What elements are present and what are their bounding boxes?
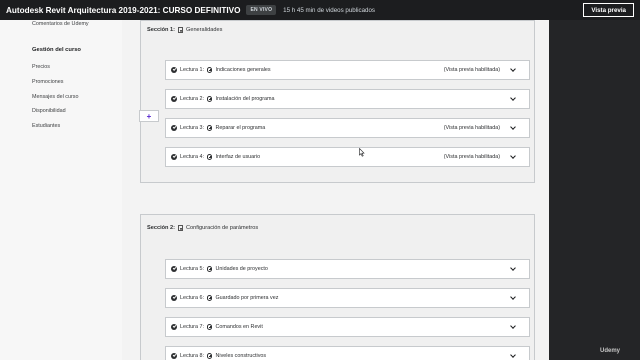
plus-circle-icon — [206, 67, 213, 73]
preview-enabled-tag: (Vista previa habilitada) — [443, 67, 500, 73]
chevron-down-icon[interactable] — [510, 352, 516, 358]
sidebar: Comentarios de Udemy Gestión del curso P… — [0, 20, 122, 360]
lecture-title: Instalación del programa — [215, 96, 275, 102]
check-circle-icon — [171, 154, 177, 160]
chevron-down-icon[interactable] — [510, 323, 516, 329]
sidebar-heading-course-management: Gestión del curso — [32, 47, 81, 53]
lecture-title: Comandos en Revit — [215, 324, 263, 330]
plus-icon: + — [146, 111, 152, 121]
sidebar-item-pricing[interactable]: Precios — [32, 64, 50, 70]
check-circle-icon — [171, 353, 177, 359]
video-duration-info: 15 h 45 min de videos publicados — [283, 6, 375, 14]
lecture-row[interactable]: Lectura 1: Indicaciones generales (Vista… — [165, 60, 530, 80]
check-circle-icon — [171, 96, 177, 102]
section-1: Sección 1: Generalidades Lectura 1: Indi… — [140, 20, 535, 183]
section-2-label: Sección 2: — [147, 225, 175, 231]
lecture-row[interactable]: Lectura 2: Instalación del programa — [165, 89, 530, 109]
lecture-row[interactable]: Lectura 8: Niveles constructivos — [165, 346, 530, 360]
chevron-down-icon[interactable] — [510, 66, 516, 72]
lecture-label: Lectura 6: — [180, 295, 204, 301]
check-circle-icon — [171, 295, 177, 301]
chevron-down-icon[interactable] — [510, 294, 516, 300]
plus-circle-icon — [206, 125, 213, 131]
check-circle-icon — [171, 125, 177, 131]
lecture-title: Indicaciones generales — [215, 67, 271, 73]
plus-circle-icon — [206, 295, 213, 301]
plus-circle-icon — [206, 154, 213, 160]
lecture-title: Niveles constructivos — [215, 353, 267, 359]
chevron-down-icon[interactable] — [510, 265, 516, 271]
sidebar-item-course-messages[interactable]: Mensajes del curso — [32, 94, 78, 100]
live-badge: EN VIVO — [246, 5, 277, 15]
mouse-cursor-icon — [359, 148, 365, 157]
plus-circle-icon — [206, 353, 213, 359]
chevron-down-icon[interactable] — [510, 95, 516, 101]
lecture-label: Lectura 8: — [180, 353, 204, 359]
preview-button[interactable]: Vista previa — [583, 3, 634, 17]
lecture-row[interactable]: Lectura 7: Comandos en Revit — [165, 317, 530, 337]
udemy-watermark: Udemy — [599, 348, 620, 354]
lecture-title: Reparar el programa — [215, 125, 266, 131]
lecture-row[interactable]: Lectura 3: Reparar el programa (Vista pr… — [165, 118, 530, 138]
lecture-label: Lectura 2: — [180, 96, 204, 102]
sidebar-item-students[interactable]: Estudiantes — [32, 123, 60, 129]
lecture-row[interactable]: Lectura 5: Unidades de proyecto — [165, 259, 530, 279]
preview-enabled-tag: (Vista previa habilitada) — [443, 125, 500, 131]
lecture-row[interactable]: Lectura 4: Interfaz de usuario (Vista pr… — [165, 147, 530, 167]
chevron-down-icon[interactable] — [510, 124, 516, 130]
top-bar: Autodesk Revit Arquitectura 2019-2021: C… — [0, 0, 640, 20]
document-icon — [177, 225, 183, 231]
plus-circle-icon — [206, 324, 213, 330]
section-1-title: Generalidades — [185, 27, 223, 33]
lecture-title: Guardado por primera vez — [215, 295, 279, 301]
sidebar-item-availability[interactable]: Disponibilidad — [32, 108, 66, 114]
lecture-label: Lectura 5: — [180, 266, 204, 272]
sidebar-item-udemy-reviews[interactable]: Comentarios de Udemy — [32, 21, 89, 27]
lecture-title: Interfaz de usuario — [215, 154, 261, 160]
plus-circle-icon — [206, 266, 213, 272]
document-icon — [177, 27, 183, 33]
section-1-header: Sección 1: Generalidades — [147, 27, 222, 33]
preview-enabled-tag: (Vista previa habilitada) — [443, 154, 500, 160]
lecture-row[interactable]: Lectura 6: Guardado por primera vez — [165, 288, 530, 308]
check-circle-icon — [171, 324, 177, 330]
right-dark-area — [549, 20, 640, 360]
course-title: Autodesk Revit Arquitectura 2019-2021: C… — [6, 5, 241, 15]
check-circle-icon — [171, 67, 177, 73]
add-curriculum-item-button[interactable]: + — [139, 110, 159, 122]
chevron-down-icon[interactable] — [510, 153, 516, 159]
plus-circle-icon — [206, 96, 213, 102]
lecture-label: Lectura 1: — [180, 67, 204, 73]
section-2-title: Configuración de parámetros — [185, 225, 259, 231]
lecture-label: Lectura 3: — [180, 125, 204, 131]
section-1-label: Sección 1: — [147, 27, 175, 33]
lecture-label: Lectura 4: — [180, 154, 204, 160]
sidebar-item-promotions[interactable]: Promociones — [32, 79, 63, 85]
section-2-header: Sección 2: Configuración de parámetros — [147, 225, 258, 231]
section-2: Sección 2: Configuración de parámetros L… — [140, 214, 535, 360]
check-circle-icon — [171, 266, 177, 272]
lecture-label: Lectura 7: — [180, 324, 204, 330]
lecture-title: Unidades de proyecto — [215, 266, 268, 272]
